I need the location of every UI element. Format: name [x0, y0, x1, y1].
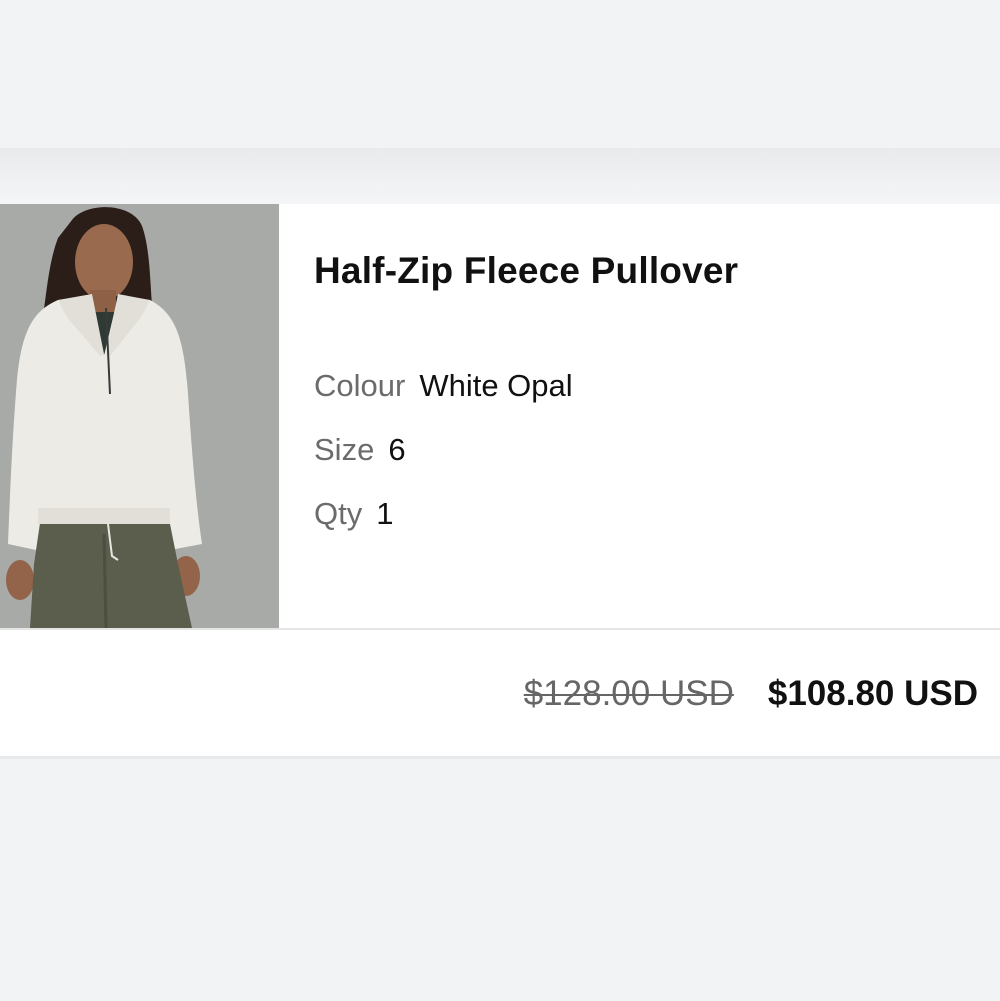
product-row: Half-Zip Fleece Pullover Colour White Opa… [0, 204, 1000, 630]
sale-price: $108.80 USD [767, 674, 978, 713]
size-value: 6 [388, 432, 406, 467]
colour-value: White Opal [419, 368, 573, 403]
product-image[interactable] [0, 204, 279, 628]
qty-value: 1 [376, 496, 394, 531]
qty-attribute: Qty 1 [314, 496, 393, 532]
colour-label: Colour [314, 368, 406, 403]
product-photo-illustration [0, 204, 279, 628]
product-name[interactable]: Half-Zip Fleece Pullover [314, 250, 738, 292]
original-price: $128.00 USD [523, 674, 734, 713]
cart-item-card: Half-Zip Fleece Pullover Colour White Opa… [0, 204, 1000, 759]
size-label: Size [314, 432, 375, 467]
price-row: $128.00 USD $108.80 USD [524, 674, 978, 714]
size-attribute: Size 6 [314, 432, 406, 468]
qty-label: Qty [314, 496, 363, 531]
product-details: Half-Zip Fleece Pullover Colour White Opa… [314, 204, 974, 628]
header-shadow [0, 148, 1000, 204]
colour-attribute: Colour White Opal [314, 368, 573, 404]
